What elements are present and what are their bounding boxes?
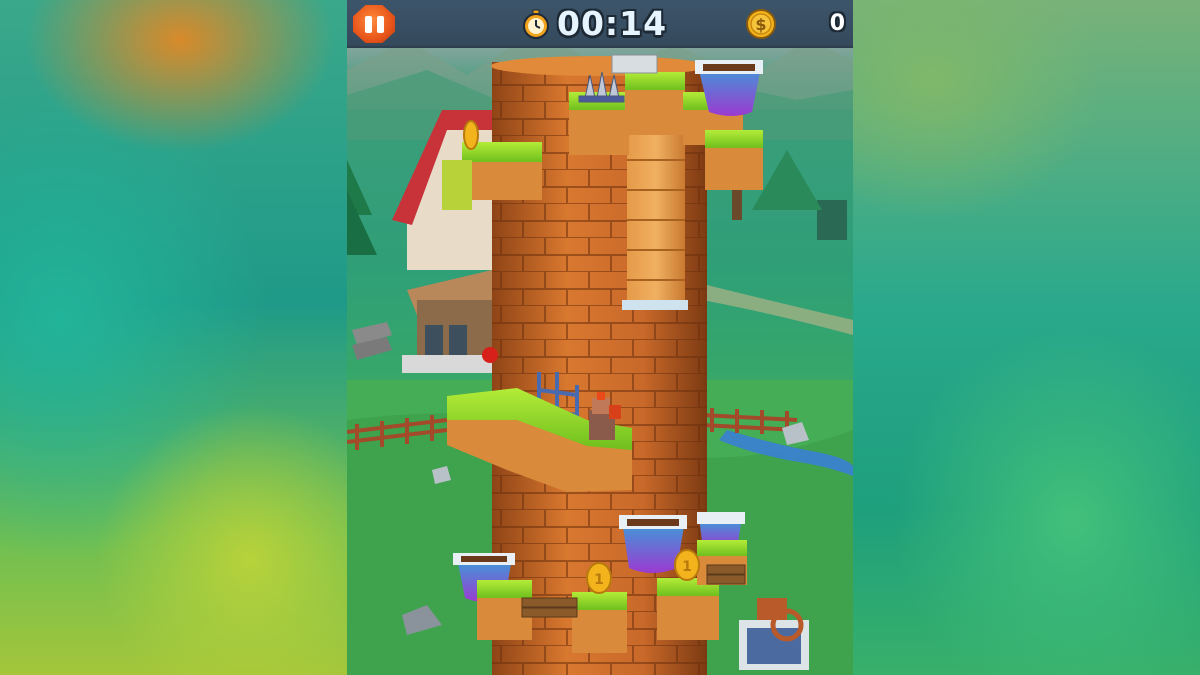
blurred-background-right: [853, 0, 1200, 675]
timer-display: 00:14: [557, 4, 668, 43]
coin-icon: $: [746, 9, 776, 39]
game-viewport[interactable]: 1 1 00:14 $ 0: [347, 0, 853, 675]
svg-text:1: 1: [682, 559, 692, 575]
enemy-marker: [482, 347, 498, 363]
svg-text:1: 1: [594, 572, 604, 588]
blurred-background-left: [0, 0, 347, 675]
coin-counter: 0: [829, 11, 845, 36]
pause-button[interactable]: [353, 5, 395, 43]
hud-bar: 00:14 $ 0: [347, 0, 853, 48]
game-scene: 1 1: [347, 30, 853, 675]
stopwatch-icon: [523, 9, 549, 39]
svg-text:$: $: [755, 15, 766, 34]
pause-icon: [364, 15, 372, 33]
